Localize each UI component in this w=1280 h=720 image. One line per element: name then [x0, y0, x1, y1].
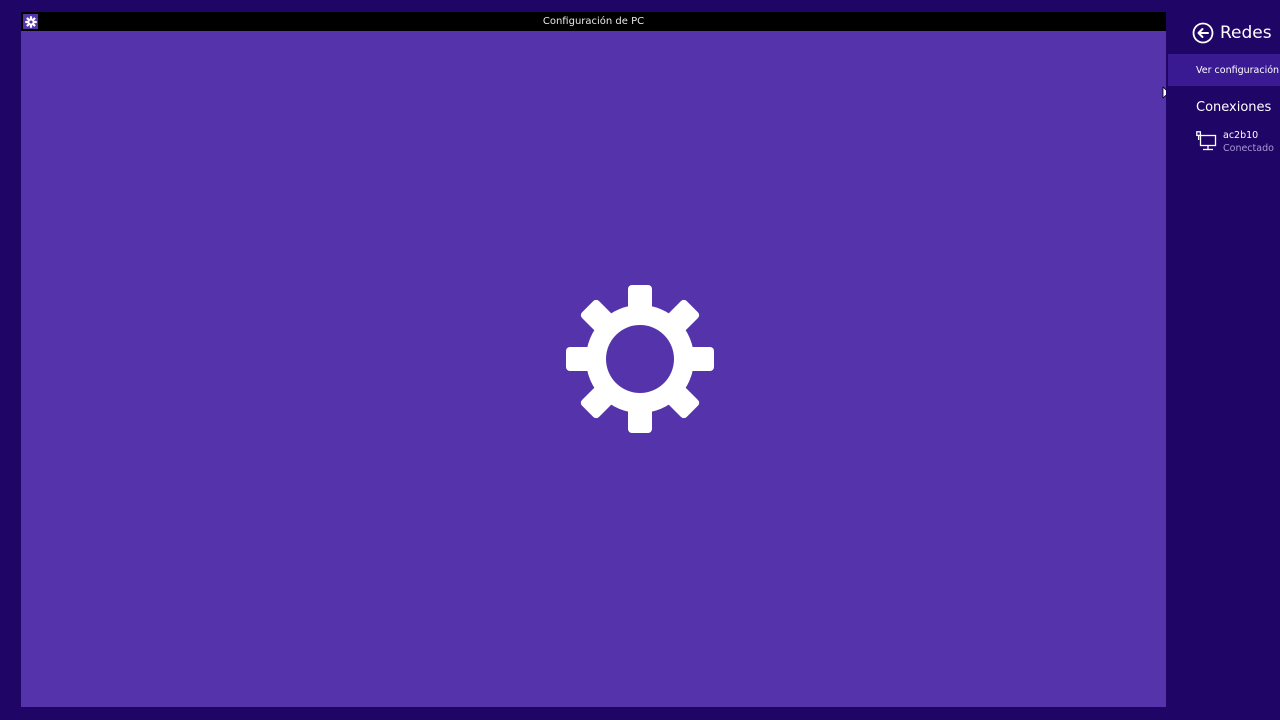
back-arrow-circle-icon[interactable] [1192, 22, 1214, 44]
pc-settings-window: Configuración de PC [21, 12, 1166, 707]
connection-item-ac2b10[interactable]: ac2b10 Conectado [1196, 129, 1280, 159]
networks-panel: Redes Ver configuración d Conexiones ac2… [1168, 0, 1280, 720]
view-settings-label: Ver configuración d [1196, 65, 1280, 76]
connection-name: ac2b10 [1223, 130, 1259, 141]
window-titlebar[interactable]: Configuración de PC [21, 12, 1166, 31]
connection-status: Conectado [1223, 143, 1274, 154]
panel-title: Redes [1220, 23, 1272, 43]
screen: Configuración de PC Redes Ver configurac… [0, 0, 1280, 720]
ethernet-icon [1196, 131, 1217, 151]
gear-icon [565, 284, 715, 434]
window-title: Configuración de PC [542, 16, 645, 27]
mouse-cursor-icon [1162, 86, 1166, 99]
view-connection-settings-link[interactable]: Ver configuración d [1168, 54, 1280, 86]
connections-heading: Conexiones [1196, 100, 1272, 115]
panel-back-button[interactable]: Redes [1192, 21, 1272, 45]
